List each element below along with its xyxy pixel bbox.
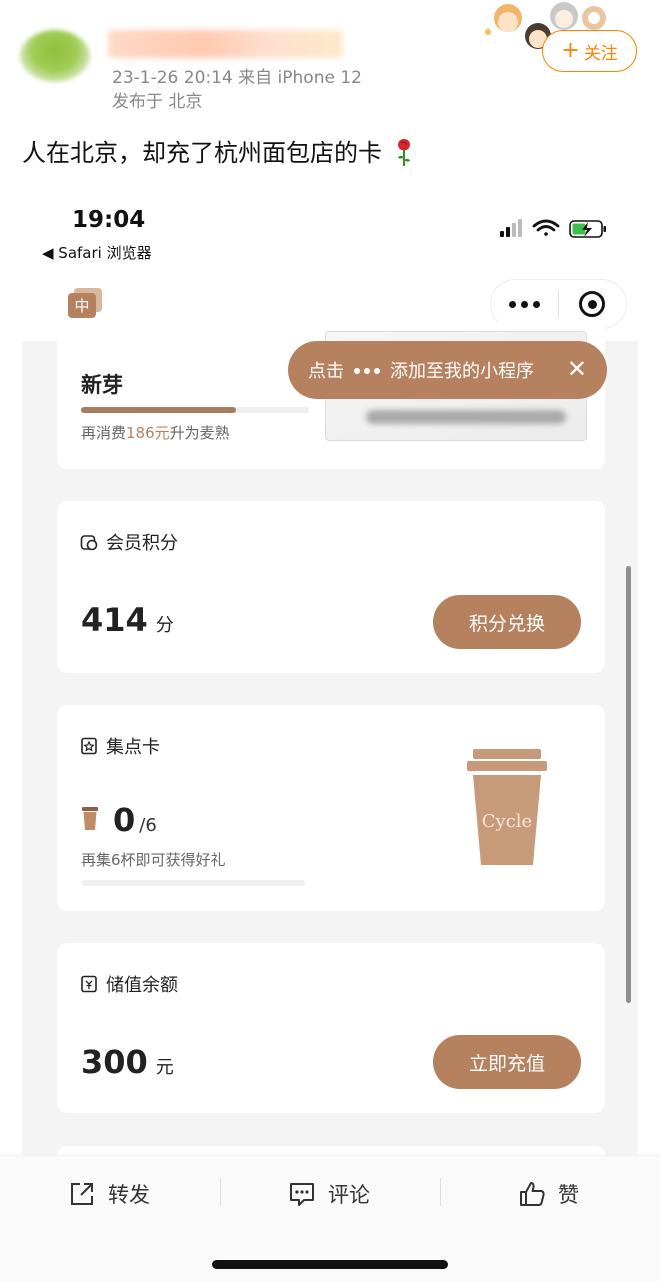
points-unit: 分 bbox=[155, 615, 174, 636]
small-cup-icon bbox=[82, 807, 98, 830]
username-blurred[interactable] bbox=[108, 30, 343, 58]
thumbs-up-icon bbox=[520, 1182, 545, 1206]
tooltip-dots-icon bbox=[352, 360, 382, 381]
cycle-cup-icon: Cycle bbox=[467, 749, 547, 865]
status-icons bbox=[500, 219, 606, 238]
scrollbar[interactable] bbox=[626, 566, 631, 1003]
level-hint-prefix: 再消费 bbox=[81, 424, 127, 442]
comment-label: 评论 bbox=[328, 1183, 370, 1207]
miniapp-logo-icon[interactable]: 中 bbox=[68, 288, 102, 318]
follow-label: 关注 bbox=[583, 43, 618, 64]
member-card-number-blurred bbox=[366, 410, 566, 424]
points-title: 会员积分 bbox=[80, 529, 178, 555]
post-timestamp-source: 23-1-26 20:14 来自 iPhone 12 bbox=[112, 68, 362, 88]
embedded-screenshot: 19:04 ◀ Safari 浏览器 中 新芽 再消费186元升为麦熟 点击 添… bbox=[22, 195, 638, 1281]
action-divider bbox=[220, 1178, 221, 1206]
like-label: 赞 bbox=[558, 1183, 579, 1207]
level-progress-fill bbox=[81, 407, 237, 413]
points-card: 会员积分 414 分 积分兑换 bbox=[57, 501, 605, 673]
miniapp-logo-text: 中 bbox=[74, 297, 89, 315]
stamp-hint: 再集6杯即可获得好礼 bbox=[81, 851, 226, 869]
stamp-count-number: 0 bbox=[113, 801, 136, 839]
phone-status-bar: 19:04 ◀ Safari 浏览器 bbox=[22, 195, 638, 275]
repost-button[interactable]: 转发 bbox=[68, 1174, 150, 1214]
balance-unit: 元 bbox=[155, 1057, 174, 1078]
stamp-count-total: /6 bbox=[139, 815, 157, 836]
points-value: 414 分 bbox=[81, 601, 174, 639]
miniapp-content: 新芽 再消费186元升为麦熟 点击 添加至我的小程序 ✕ 会员积分 414 分 … bbox=[22, 321, 638, 1281]
points-number: 414 bbox=[81, 601, 148, 639]
like-button[interactable]: 赞 bbox=[518, 1174, 579, 1214]
follow-button[interactable]: + 关注 bbox=[542, 30, 637, 72]
tooltip-suffix: 添加至我的小程序 bbox=[390, 361, 534, 382]
level-hint-suffix: 升为麦熟 bbox=[169, 424, 230, 442]
repost-label: 转发 bbox=[108, 1183, 150, 1207]
share-icon bbox=[71, 1183, 93, 1205]
comment-button[interactable]: 评论 bbox=[288, 1174, 370, 1214]
balance-number: 300 bbox=[81, 1043, 148, 1081]
signal-icon bbox=[500, 219, 522, 237]
wallet-icon bbox=[81, 975, 97, 993]
points-title-text: 会员积分 bbox=[106, 533, 178, 554]
balance-value: 300 元 bbox=[81, 1043, 174, 1081]
target-icon bbox=[579, 291, 606, 317]
post-action-bar: 转发 评论 赞 bbox=[0, 1155, 660, 1281]
stamp-title: 集点卡 bbox=[80, 733, 160, 759]
plus-icon: + bbox=[561, 38, 580, 63]
level-hint-amount: 186元 bbox=[126, 424, 170, 442]
tooltip-close-icon[interactable]: ✕ bbox=[567, 355, 587, 383]
cup-text: Cycle bbox=[482, 811, 532, 832]
points-icon bbox=[80, 535, 98, 551]
level-progress-track bbox=[81, 407, 309, 413]
post-meta: 23-1-26 20:14 来自 iPhone 12 发布于 北京 bbox=[112, 66, 362, 114]
level-upgrade-hint: 再消费186元升为麦熟 bbox=[81, 422, 230, 443]
post-location: 发布于 北京 bbox=[112, 92, 203, 112]
battery-charging-icon bbox=[569, 220, 606, 238]
action-divider bbox=[440, 1178, 441, 1206]
stamp-card: 集点卡 0 /6 再集6杯即可获得好礼 Cycle bbox=[57, 705, 605, 911]
status-time: 19:04 bbox=[72, 207, 146, 233]
stamp-progress-track bbox=[81, 880, 305, 886]
post-text: 人在北京，却充了杭州面包店的卡 bbox=[22, 133, 414, 168]
redeem-points-button[interactable]: 积分兑换 bbox=[433, 595, 581, 649]
home-indicator[interactable] bbox=[212, 1260, 448, 1269]
stamp-card-icon bbox=[81, 737, 97, 755]
stamp-title-text: 集点卡 bbox=[106, 737, 160, 758]
tooltip-prefix: 点击 bbox=[308, 361, 344, 382]
back-to-safari-link[interactable]: ◀ Safari 浏览器 bbox=[42, 242, 152, 263]
stamp-count: 0 /6 bbox=[81, 801, 157, 839]
level-name: 新芽 bbox=[81, 373, 123, 397]
user-avatar[interactable] bbox=[20, 30, 90, 82]
rose-emoji-icon bbox=[397, 139, 410, 166]
comment-icon bbox=[290, 1183, 314, 1206]
balance-title: 储值余额 bbox=[80, 971, 178, 997]
wifi-icon bbox=[532, 219, 560, 236]
add-to-miniapps-tooltip: 点击 添加至我的小程序 ✕ bbox=[288, 341, 607, 399]
balance-title-text: 储值余额 bbox=[106, 975, 178, 996]
top-up-button[interactable]: 立即充值 bbox=[433, 1035, 581, 1089]
post-text-content: 人在北京，却充了杭州面包店的卡 bbox=[22, 139, 382, 167]
balance-card: 储值余额 300 元 立即充值 bbox=[57, 943, 605, 1113]
